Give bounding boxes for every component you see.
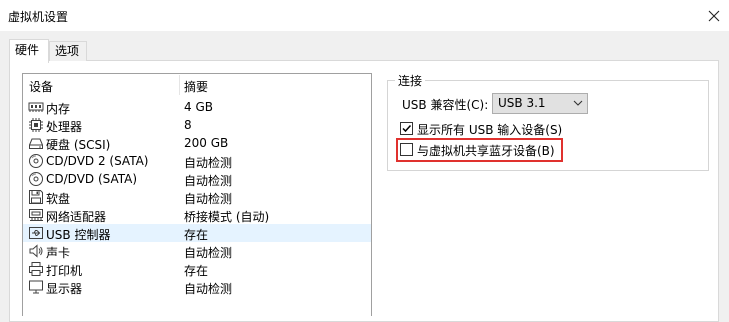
device-row-display[interactable]: 显示器 自动检测 <box>23 278 371 296</box>
device-row-network-adapter[interactable]: 网络适配器 桥接模式 (自动) <box>23 206 371 224</box>
processor-icon <box>29 118 43 132</box>
device-summary: 4 GB <box>184 100 213 114</box>
floppy-icon <box>29 190 43 204</box>
highlight-annotation <box>396 138 563 162</box>
tab-hardware[interactable]: 硬件 <box>9 39 49 63</box>
device-name: 内存 <box>46 102 71 116</box>
close-icon <box>708 10 720 21</box>
device-name: 处理器 <box>46 120 83 134</box>
device-name: USB 控制器 <box>46 228 111 242</box>
device-row-cd-dvd[interactable]: CD/DVD (SATA) 自动检测 <box>23 170 371 188</box>
cd-dvd-icon <box>29 172 43 186</box>
hard-disk-icon <box>29 138 43 149</box>
memory-icon <box>28 102 44 112</box>
column-separator[interactable] <box>179 75 180 95</box>
cd-dvd-icon <box>29 154 43 168</box>
network-adapter-icon <box>29 209 43 221</box>
sound-card-icon <box>29 244 43 258</box>
device-summary: 自动检测 <box>184 246 233 260</box>
device-summary: 存在 <box>184 264 209 278</box>
tab-options-label: 选项 <box>55 44 80 58</box>
device-summary: 自动检测 <box>184 282 233 296</box>
device-name: 硬盘 (SCSI) <box>46 138 111 152</box>
device-row-sound-card[interactable]: 声卡 自动检测 <box>23 242 371 260</box>
usb-compatibility-value: USB 3.1 <box>498 96 546 110</box>
device-name: 显示器 <box>46 282 83 296</box>
column-header-summary[interactable]: 摘要 <box>184 78 208 95</box>
column-header-device[interactable]: 设备 <box>29 78 53 95</box>
device-name: 网络适配器 <box>46 210 107 224</box>
title-bar: 虚拟机设置 <box>0 0 729 31</box>
display-icon <box>29 280 43 294</box>
list-header: 设备 摘要 <box>23 74 371 96</box>
tab-hardware-label: 硬件 <box>15 43 40 57</box>
connection-group-label: 连接 <box>395 72 426 89</box>
device-name: CD/DVD (SATA) <box>46 172 138 186</box>
device-row-cd-dvd-2[interactable]: CD/DVD 2 (SATA) 自动检测 <box>23 152 371 170</box>
usb-icon <box>29 227 43 239</box>
device-row-usb-controller[interactable]: USB 控制器 存在 <box>23 224 371 242</box>
show-all-usb-checkbox[interactable] <box>400 122 413 135</box>
device-summary: 桥接模式 (自动) <box>184 210 270 224</box>
device-name: 声卡 <box>46 246 71 260</box>
device-row-processor[interactable]: 处理器 8 <box>23 116 371 134</box>
device-name: 打印机 <box>46 264 83 278</box>
device-row-hard-disk[interactable]: 硬盘 (SCSI) 200 GB <box>23 134 371 152</box>
device-row-printer[interactable]: 打印机 存在 <box>23 260 371 278</box>
device-name: 软盘 <box>46 192 71 206</box>
printer-icon <box>29 262 43 276</box>
tab-options[interactable]: 选项 <box>49 41 87 61</box>
device-summary: 自动检测 <box>184 156 233 170</box>
device-row-floppy[interactable]: 软盘 自动检测 <box>23 188 371 206</box>
device-summary: 自动检测 <box>184 192 233 206</box>
usb-compatibility-select[interactable]: USB 3.1 <box>492 93 588 114</box>
device-name: CD/DVD 2 (SATA) <box>46 154 149 168</box>
device-list[interactable]: 设备 摘要 内存 4 GB 处理器 8 硬盘 (SCSI) 200 GB CD/… <box>22 73 372 316</box>
checkmark-icon <box>402 124 412 133</box>
device-row-memory[interactable]: 内存 4 GB <box>23 98 371 116</box>
device-summary: 存在 <box>184 228 209 242</box>
usb-compatibility-label: USB 兼容性(C): <box>402 98 489 112</box>
device-summary: 自动检测 <box>184 174 233 188</box>
show-all-usb-label: 显示所有 USB 输入设备(S) <box>417 123 563 137</box>
device-summary: 8 <box>184 118 192 132</box>
chevron-down-icon <box>573 100 583 106</box>
device-summary: 200 GB <box>184 136 229 150</box>
close-button[interactable] <box>699 0 729 31</box>
window-title: 虚拟机设置 <box>8 10 69 24</box>
